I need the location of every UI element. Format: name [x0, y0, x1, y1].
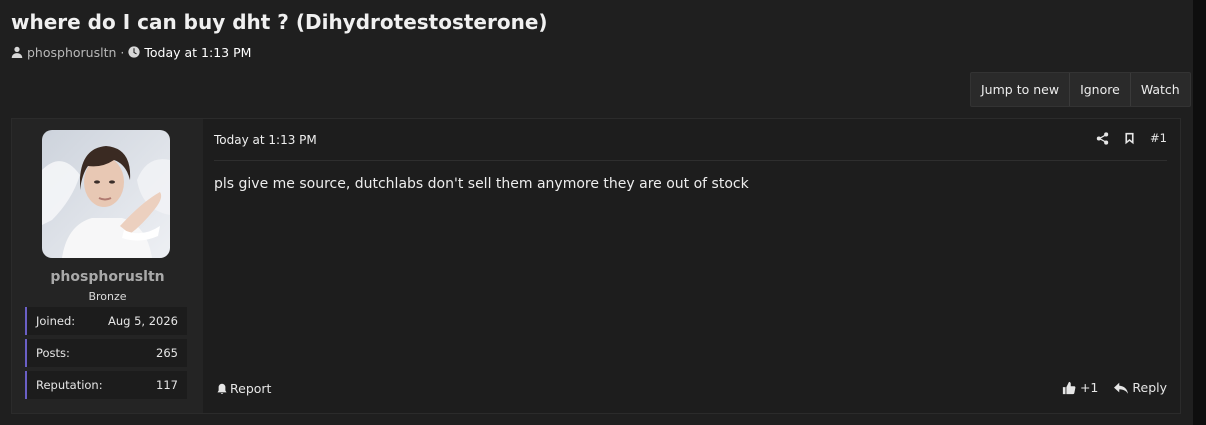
- thread-page: where do I can buy dht ? (Dihydrotestost…: [0, 0, 1206, 425]
- like-button[interactable]: +1: [1062, 380, 1098, 395]
- stat-value: 117: [156, 378, 178, 392]
- jump-to-new-button[interactable]: Jump to new: [971, 73, 1071, 106]
- report-link[interactable]: Report: [216, 381, 271, 396]
- post-date[interactable]: Today at 1:13 PM: [214, 133, 317, 147]
- bell-icon: [217, 383, 227, 394]
- meta-separator: ·: [120, 44, 125, 60]
- post-footer-actions: +1 Reply: [1062, 380, 1167, 395]
- post-body: pls give me source, dutchlabs don't sell…: [214, 176, 749, 192]
- post-content: Today at 1:13 PM #1 pls give me source, …: [203, 119, 1180, 413]
- avatar[interactable]: [42, 130, 170, 258]
- thread-time[interactable]: Today at 1:13 PM: [128, 45, 251, 60]
- stat-reputation: Reputation: 117: [25, 371, 187, 399]
- reply-label[interactable]: Reply: [1132, 380, 1167, 395]
- stat-label: Posts:: [36, 346, 70, 360]
- stat-joined: Joined: Aug 5, 2026: [25, 307, 187, 335]
- reply-icon: [1114, 382, 1129, 394]
- thread-title: where do I can buy dht ? (Dihydrotestost…: [11, 10, 548, 34]
- thread-author[interactable]: phosphorusltn: [11, 45, 116, 60]
- like-count[interactable]: +1: [1080, 380, 1098, 395]
- bookmark-icon[interactable]: [1123, 132, 1136, 145]
- scrollbar-track[interactable]: [1193, 0, 1206, 425]
- report-label[interactable]: Report: [230, 381, 271, 396]
- thread-author-name[interactable]: phosphorusltn: [27, 45, 116, 60]
- reply-button[interactable]: Reply: [1114, 380, 1167, 395]
- ignore-button[interactable]: Ignore: [1070, 73, 1131, 106]
- user-icon: [11, 46, 23, 58]
- stat-label: Reputation:: [36, 378, 103, 392]
- post-number[interactable]: #1: [1150, 131, 1167, 145]
- share-icon[interactable]: [1096, 131, 1109, 145]
- thread-actions: Jump to new Ignore Watch: [970, 72, 1191, 107]
- thread-time-text[interactable]: Today at 1:13 PM: [144, 45, 251, 60]
- thumbs-up-icon: [1062, 381, 1076, 394]
- post-card: phosphorusltn Bronze Joined: Aug 5, 2026…: [11, 118, 1181, 414]
- post-tools: #1: [1096, 131, 1167, 145]
- thread-meta: phosphorusltn · Today at 1:13 PM: [11, 44, 251, 60]
- post-divider: [214, 160, 1167, 161]
- stat-posts: Posts: 265: [25, 339, 187, 367]
- watch-button[interactable]: Watch: [1131, 73, 1190, 106]
- stat-label: Joined:: [36, 314, 76, 328]
- user-rank: Bronze: [88, 290, 127, 303]
- post-username[interactable]: phosphorusltn: [12, 269, 203, 285]
- clock-icon: [128, 46, 141, 58]
- stat-value: Aug 5, 2026: [107, 314, 178, 328]
- stat-value: 265: [156, 346, 178, 360]
- post-user-panel: phosphorusltn Bronze Joined: Aug 5, 2026…: [12, 119, 203, 413]
